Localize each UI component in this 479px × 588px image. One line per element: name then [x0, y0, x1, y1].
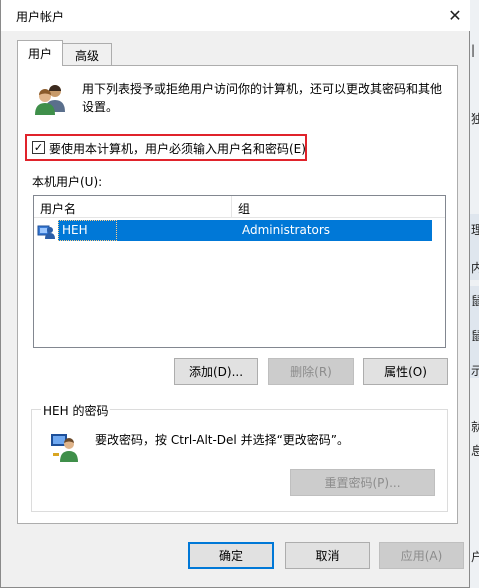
close-icon: ✕ — [448, 6, 462, 25]
password-group-title: HEH 的密码 — [41, 402, 111, 419]
background-fragment: 独 — [471, 112, 479, 126]
require-password-checkbox[interactable]: ✓ — [32, 141, 45, 154]
column-header-username[interactable]: 用户名 — [40, 200, 76, 217]
background-fragment: 户 — [471, 550, 479, 564]
table-row[interactable]: HEH Administrators — [36, 220, 432, 241]
properties-button[interactable]: 属性(O) — [363, 358, 448, 385]
background-fragment: 理 — [471, 223, 479, 237]
users-icon — [35, 85, 65, 115]
column-separator[interactable] — [231, 196, 232, 217]
tab-users[interactable]: 用户 — [17, 40, 63, 66]
user-accounts-dialog: 用户帐户 ✕ 用户 高级 用下列表授予或拒绝用户访问你的计算机，还可以更改其密码… — [0, 0, 470, 588]
user-icon — [37, 225, 55, 239]
background-window: | 独 理 内 鼠 鼠 示 就 息 户 — [470, 0, 479, 588]
users-tab-panel: 用下列表授予或拒绝用户访问你的计算机，还可以更改其密码和其他设置。 ✓ 要使用本… — [17, 65, 458, 524]
background-fragment: 示 — [471, 364, 479, 378]
password-groupbox — [31, 409, 448, 512]
background-fragment: 鼠 — [471, 294, 479, 308]
reset-password-button[interactable]: 重置密码(P)... — [290, 469, 435, 496]
tab-advanced-label: 高级 — [74, 48, 99, 63]
background-fragment: 内 — [471, 261, 479, 275]
require-password-label[interactable]: 要使用本计算机，用户必须输入用户名和密码(E) — [49, 140, 306, 157]
local-users-label: 本机用户(U): — [32, 175, 103, 189]
background-fragment: 鼠 — [471, 329, 479, 343]
add-user-button[interactable]: 添加(D)... — [174, 358, 258, 385]
ok-button[interactable]: 确定 — [188, 542, 274, 569]
password-instruction-text: 要改密码，按 Ctrl-Alt-Del 并选择“更改密码”。 — [95, 433, 350, 447]
checkmark-icon: ✓ — [33, 141, 44, 154]
tab-users-label: 用户 — [27, 47, 52, 61]
tab-advanced[interactable]: 高级 — [63, 43, 112, 66]
intro-text: 用下列表授予或拒绝用户访问你的计算机，还可以更改其密码和其他设置。 — [82, 82, 443, 114]
window-title: 用户帐户 — [16, 10, 65, 24]
focus-rectangle — [58, 220, 117, 241]
background-fragment: | — [471, 43, 476, 57]
local-users-list[interactable]: 用户名 组 HEH Administrators — [33, 195, 446, 348]
remove-user-button[interactable]: 删除(R) — [268, 358, 354, 385]
title-bar: 用户帐户 ✕ — [1, 0, 470, 31]
background-fragment: 就 — [471, 420, 479, 434]
close-button[interactable]: ✕ — [440, 0, 470, 31]
column-header-group[interactable]: 组 — [238, 200, 250, 217]
apply-button[interactable]: 应用(A) — [379, 542, 464, 569]
user-key-icon — [51, 434, 78, 462]
user-group-cell: Administrators — [242, 223, 331, 237]
cancel-button[interactable]: 取消 — [285, 542, 370, 569]
list-header: 用户名 组 — [34, 196, 445, 218]
background-fragment: 息 — [471, 444, 479, 458]
